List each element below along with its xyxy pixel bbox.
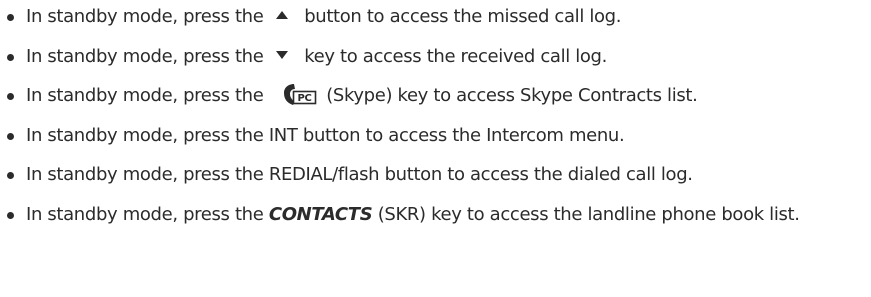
item-text-pre: In standby mode, press the	[26, 203, 264, 225]
bullet-icon	[7, 172, 14, 179]
item-text-pre: In standby mode, press the	[26, 6, 264, 27]
up-arrow-icon	[275, 11, 288, 19]
down-arrow-icon	[275, 50, 288, 59]
item-text: In standby mode, press the REDIAL/flash …	[26, 164, 693, 185]
item-text-post: (Skype) key to access Skype Contracts li…	[326, 85, 698, 106]
item-text: In standby mode, press the INT button to…	[26, 124, 625, 146]
bullet-icon	[7, 132, 14, 140]
list-item: In standby mode, press the key to access…	[0, 44, 871, 70]
skype-pc-key-icon: PC	[283, 84, 317, 105]
bullet-list: In standby mode, press the button to acc…	[0, 4, 871, 228]
item-text-pre: In standby mode, press the	[26, 45, 264, 67]
item-text-pre: In standby mode, press the	[26, 85, 264, 106]
list-item: In standby mode, press the button to acc…	[0, 4, 871, 30]
list-item: In standby mode, press the INT button to…	[0, 123, 871, 149]
item-text-post: (SKR) key to access the landline phone b…	[377, 203, 800, 225]
list-item: In standby mode, press the PC (Skype) ke…	[0, 83, 871, 109]
list-item: In standby mode, press the REDIAL/flash …	[0, 162, 871, 188]
bullet-icon	[7, 53, 14, 61]
item-text-post: key to access the received call log.	[304, 45, 607, 67]
bullet-icon	[7, 93, 14, 100]
instruction-document: In standby mode, press the button to acc…	[0, 0, 871, 297]
bullet-icon	[7, 14, 14, 21]
svg-text:PC: PC	[297, 93, 311, 104]
item-text-post: button to access the missed call log.	[304, 6, 622, 27]
bullet-icon	[7, 211, 14, 219]
list-item: In standby mode, press the CONTACTS (SKR…	[0, 202, 846, 228]
contacts-key-label: CONTACTS	[268, 203, 373, 225]
